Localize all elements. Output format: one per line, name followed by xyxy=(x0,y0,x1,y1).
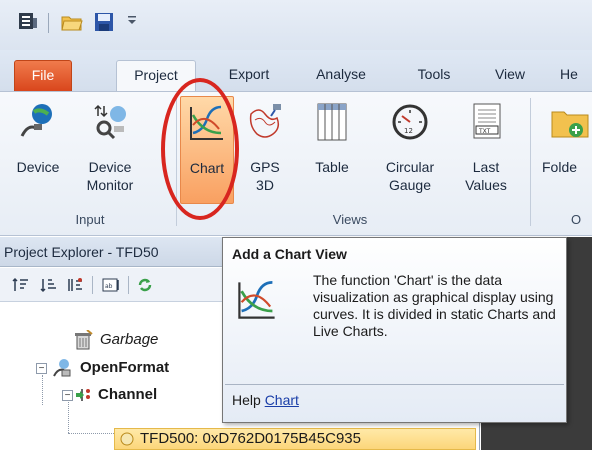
last-values-button[interactable]: TXT Last Values xyxy=(456,96,516,204)
toolbar-separator xyxy=(128,276,129,294)
qat-separator xyxy=(48,13,49,33)
sort-up-icon[interactable] xyxy=(12,276,30,294)
txt-document-icon: TXT xyxy=(466,102,506,142)
device-button[interactable]: Device xyxy=(4,96,72,204)
group-label-input: Input xyxy=(75,212,105,227)
sensor-icon xyxy=(118,429,136,449)
table-label: Table xyxy=(315,159,349,175)
tree-item-label: TFD500: 0xD762D0175B45C935 xyxy=(140,430,361,447)
sort-mixed-icon[interactable] xyxy=(66,276,84,294)
folder-icon xyxy=(550,102,590,142)
device-monitor-button[interactable]: Device Monitor xyxy=(72,96,148,204)
chart-tooltip: Add a Chart View The function 'Chart' is… xyxy=(222,237,567,423)
table-icon xyxy=(312,102,352,142)
device-icon xyxy=(18,102,58,142)
refresh-icon[interactable] xyxy=(136,276,154,294)
folder-label: Folde xyxy=(542,159,578,175)
annotation-circle xyxy=(161,78,239,220)
app-menu-icon[interactable] xyxy=(16,10,40,34)
device-monitor-icon xyxy=(90,102,130,142)
gps-3d-button[interactable]: GPS 3D xyxy=(238,96,292,204)
device-monitor-label: Device Monitor xyxy=(86,159,134,193)
tab-view[interactable]: View xyxy=(482,60,538,92)
tooltip-description: The function 'Chart' is the data visuali… xyxy=(313,272,556,339)
device-label: Device xyxy=(16,159,60,175)
tree-item-label: Garbage xyxy=(100,331,159,348)
help-prefix: Help xyxy=(232,392,261,408)
collapse-toggle[interactable]: − xyxy=(62,390,73,401)
device-node-icon xyxy=(52,358,74,378)
quick-access-toolbar xyxy=(0,0,592,50)
save-icon[interactable] xyxy=(92,10,116,34)
svg-text:12: 12 xyxy=(404,127,413,135)
tooltip-help: Help Chart xyxy=(232,392,299,408)
group-separator xyxy=(530,98,531,226)
open-folder-icon[interactable] xyxy=(60,10,84,34)
ribbon-tab-bar: File Project Export Analyse Tools View H… xyxy=(0,50,592,92)
tree-line xyxy=(68,397,69,433)
tooltip-divider xyxy=(225,384,564,385)
tooltip-title: Add a Chart View xyxy=(232,246,347,262)
gps-3d-label: GPS 3D xyxy=(250,159,280,193)
tab-file[interactable]: File xyxy=(14,60,72,92)
tab-help-partial[interactable]: He xyxy=(560,60,592,92)
group-label-views: Views xyxy=(332,212,368,227)
sort-down-icon[interactable] xyxy=(40,276,58,294)
gps-3d-icon xyxy=(245,102,285,142)
circular-gauge-icon: 12 xyxy=(390,102,430,142)
circular-gauge-label: Circular Gauge xyxy=(385,159,435,193)
chart-icon xyxy=(235,278,279,322)
circular-gauge-button[interactable]: 12 Circular Gauge xyxy=(376,96,444,204)
help-chart-link[interactable]: Chart xyxy=(265,392,299,408)
tab-analyse[interactable]: Analyse xyxy=(300,60,382,92)
tab-export[interactable]: Export xyxy=(218,60,280,92)
tree-line xyxy=(68,433,114,434)
svg-text:TXT: TXT xyxy=(478,128,491,135)
tree-item-label: Channel xyxy=(98,386,158,403)
tab-tools[interactable]: Tools xyxy=(405,60,463,92)
toolbar-separator xyxy=(92,276,93,294)
svg-text:ab: ab xyxy=(105,283,113,290)
table-button[interactable]: Table xyxy=(302,96,362,204)
collapse-toggle[interactable]: − xyxy=(36,363,47,374)
trash-bin-icon xyxy=(72,329,94,350)
group-label-partial: O xyxy=(570,212,582,227)
ribbon-panel: Device Device Monitor Chart GPS 3D Table… xyxy=(0,91,592,236)
channel-icon xyxy=(76,385,94,405)
last-values-label: Last Values xyxy=(465,159,507,193)
tree-item-label: OpenFormat xyxy=(80,359,170,376)
customize-qat-icon[interactable] xyxy=(126,14,138,26)
text-field-icon[interactable]: ab xyxy=(102,276,120,294)
folder-button[interactable]: Folde xyxy=(534,96,592,204)
tree-line xyxy=(42,375,43,405)
